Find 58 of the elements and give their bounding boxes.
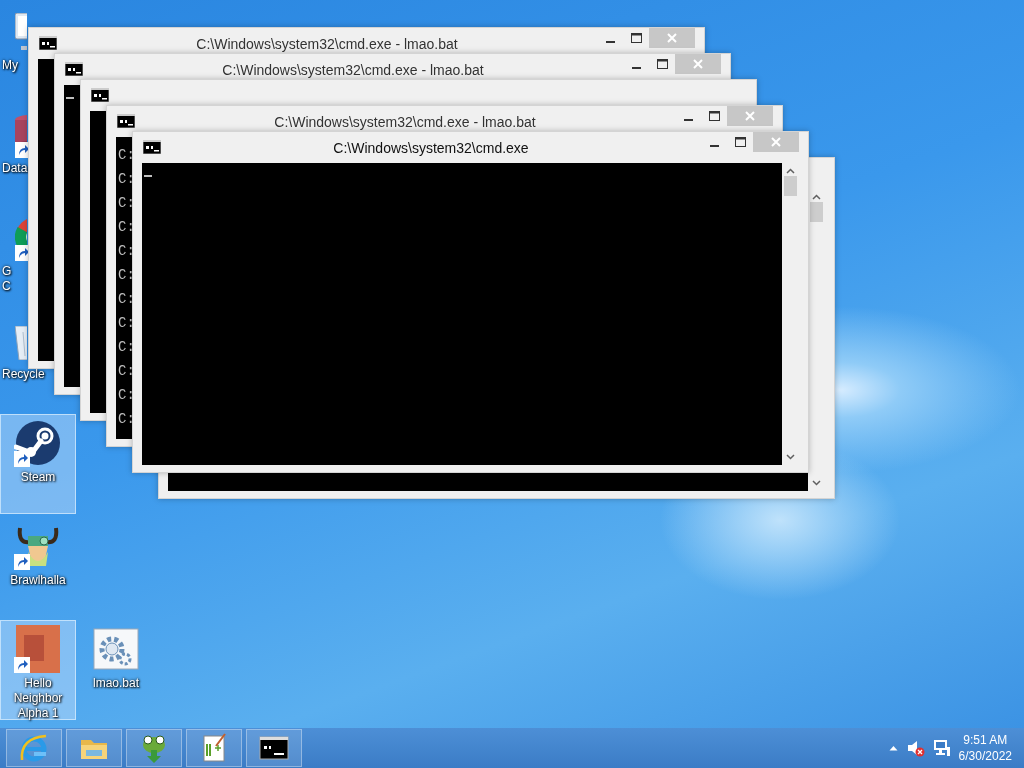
- minimize-icon: [683, 119, 693, 121]
- selected-desktop-icon[interactable]: Hello Neighbor Alpha 1: [0, 620, 76, 720]
- window-title: C:\Windows\system32\cmd.exe - lmao.bat: [273, 113, 537, 132]
- desktop-icon[interactable]: lmao.bat: [78, 620, 154, 720]
- maximize-icon: [734, 137, 746, 147]
- console-line: C:: [118, 242, 135, 261]
- console-line: C:: [118, 194, 135, 213]
- clock-time: 9:51 AM: [962, 732, 1009, 748]
- close-icon: [693, 59, 703, 69]
- minimize-icon: [631, 67, 641, 69]
- icon-label: Recycle: [1, 367, 45, 382]
- console-icon: [143, 140, 161, 154]
- gear-icon: [92, 625, 140, 673]
- network-icon[interactable]: [932, 739, 951, 757]
- scroll-down-icon[interactable]: [786, 454, 795, 460]
- console-line: C:: [118, 362, 135, 381]
- console-icon: [91, 88, 109, 102]
- maximize-icon: [630, 33, 642, 43]
- console-line: C:: [118, 146, 135, 165]
- icon-label: Brawlhalla: [10, 573, 66, 588]
- close-icon: [771, 137, 781, 147]
- console-line: C:: [118, 386, 135, 405]
- scroll-up-icon[interactable]: [786, 168, 795, 174]
- icon-label: G C: [1, 264, 12, 294]
- icon-label: Data: [1, 161, 28, 176]
- icon-label: Hello Neighbor Alpha 1: [12, 676, 64, 721]
- scroll-thumb[interactable]: [784, 176, 797, 196]
- window-title: C:\Windows\system32\cmd.exe: [332, 139, 530, 158]
- minimize-icon: [605, 41, 615, 43]
- taskbar-button[interactable]: [246, 729, 302, 767]
- console-line: C:: [118, 338, 135, 357]
- icon-label: lmao.bat: [93, 676, 139, 691]
- window-title: C:\Windows\system32\cmd.exe - lmao.bat: [221, 61, 485, 80]
- show-hidden-icons-icon[interactable]: [888, 745, 898, 751]
- console-icon: [65, 62, 83, 76]
- icon-label: My: [1, 58, 18, 73]
- clock-date: 6/30/2022: [958, 748, 1012, 764]
- console-icon: [39, 36, 57, 50]
- window-title: C:\Windows\system32\cmd.exe - lmao.bat: [195, 35, 459, 54]
- scroll-down-icon[interactable]: [812, 480, 821, 486]
- scroll-up-icon[interactable]: [812, 194, 821, 200]
- console-line: C:: [118, 410, 135, 429]
- desktop-icon[interactable]: Brawlhalla: [0, 517, 76, 617]
- maximize-icon: [656, 59, 668, 69]
- console-icon: [117, 114, 135, 128]
- selected-desktop-icon[interactable]: Steam: [0, 414, 76, 514]
- console-line: C:: [118, 218, 135, 237]
- console-line: C:: [118, 266, 135, 285]
- console-line: C:: [118, 314, 135, 333]
- muted-speaker-icon[interactable]: [905, 739, 925, 757]
- console-line: C:: [118, 290, 135, 309]
- close-icon: [745, 111, 755, 121]
- close-icon: [667, 33, 677, 43]
- maximize-icon: [708, 111, 720, 121]
- icon-label: Steam: [20, 470, 56, 485]
- scroll-thumb[interactable]: [810, 202, 823, 222]
- minimize-icon: [709, 145, 719, 147]
- console-line: C:: [118, 170, 135, 189]
